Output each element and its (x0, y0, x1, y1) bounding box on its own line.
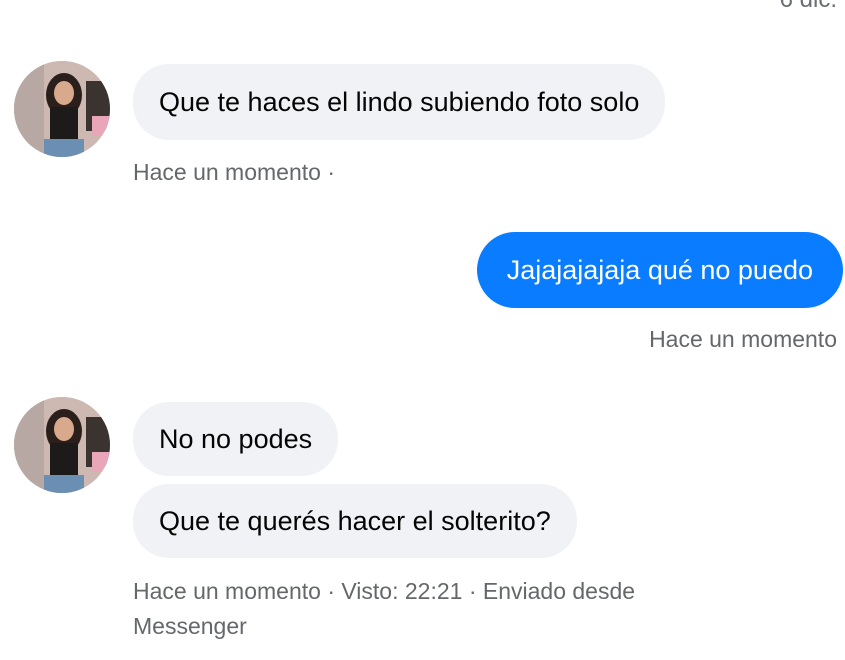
message-text: Que te querés hacer el solterito? (159, 506, 551, 536)
contact-avatar[interactable] (14, 397, 110, 493)
message-status-line: Hace un momento · Visto: 22:21 · Enviado… (133, 578, 636, 604)
message-status-line: Messenger (133, 613, 247, 639)
message-text: No no podes (159, 424, 313, 454)
message-timestamp: Hace un momento · (133, 159, 335, 185)
profile-photo-icon (14, 61, 110, 157)
message-bubble-incoming[interactable]: No no podes (133, 402, 339, 476)
date-label: 6 dic. (780, 0, 837, 14)
message-text: Que te haces el lindo subiendo foto solo (159, 87, 640, 117)
profile-photo-icon (14, 397, 110, 493)
message-bubble-outgoing[interactable]: Jajajajajaja qué no puedo (476, 232, 843, 308)
message-bubble-incoming[interactable]: Que te haces el lindo subiendo foto solo (133, 64, 666, 140)
contact-avatar[interactable] (14, 61, 110, 157)
message-text: Jajajajajaja qué no puedo (506, 255, 813, 285)
message-timestamp: Hace un momento (649, 326, 837, 352)
message-bubble-incoming[interactable]: Que te querés hacer el solterito? (133, 484, 577, 558)
